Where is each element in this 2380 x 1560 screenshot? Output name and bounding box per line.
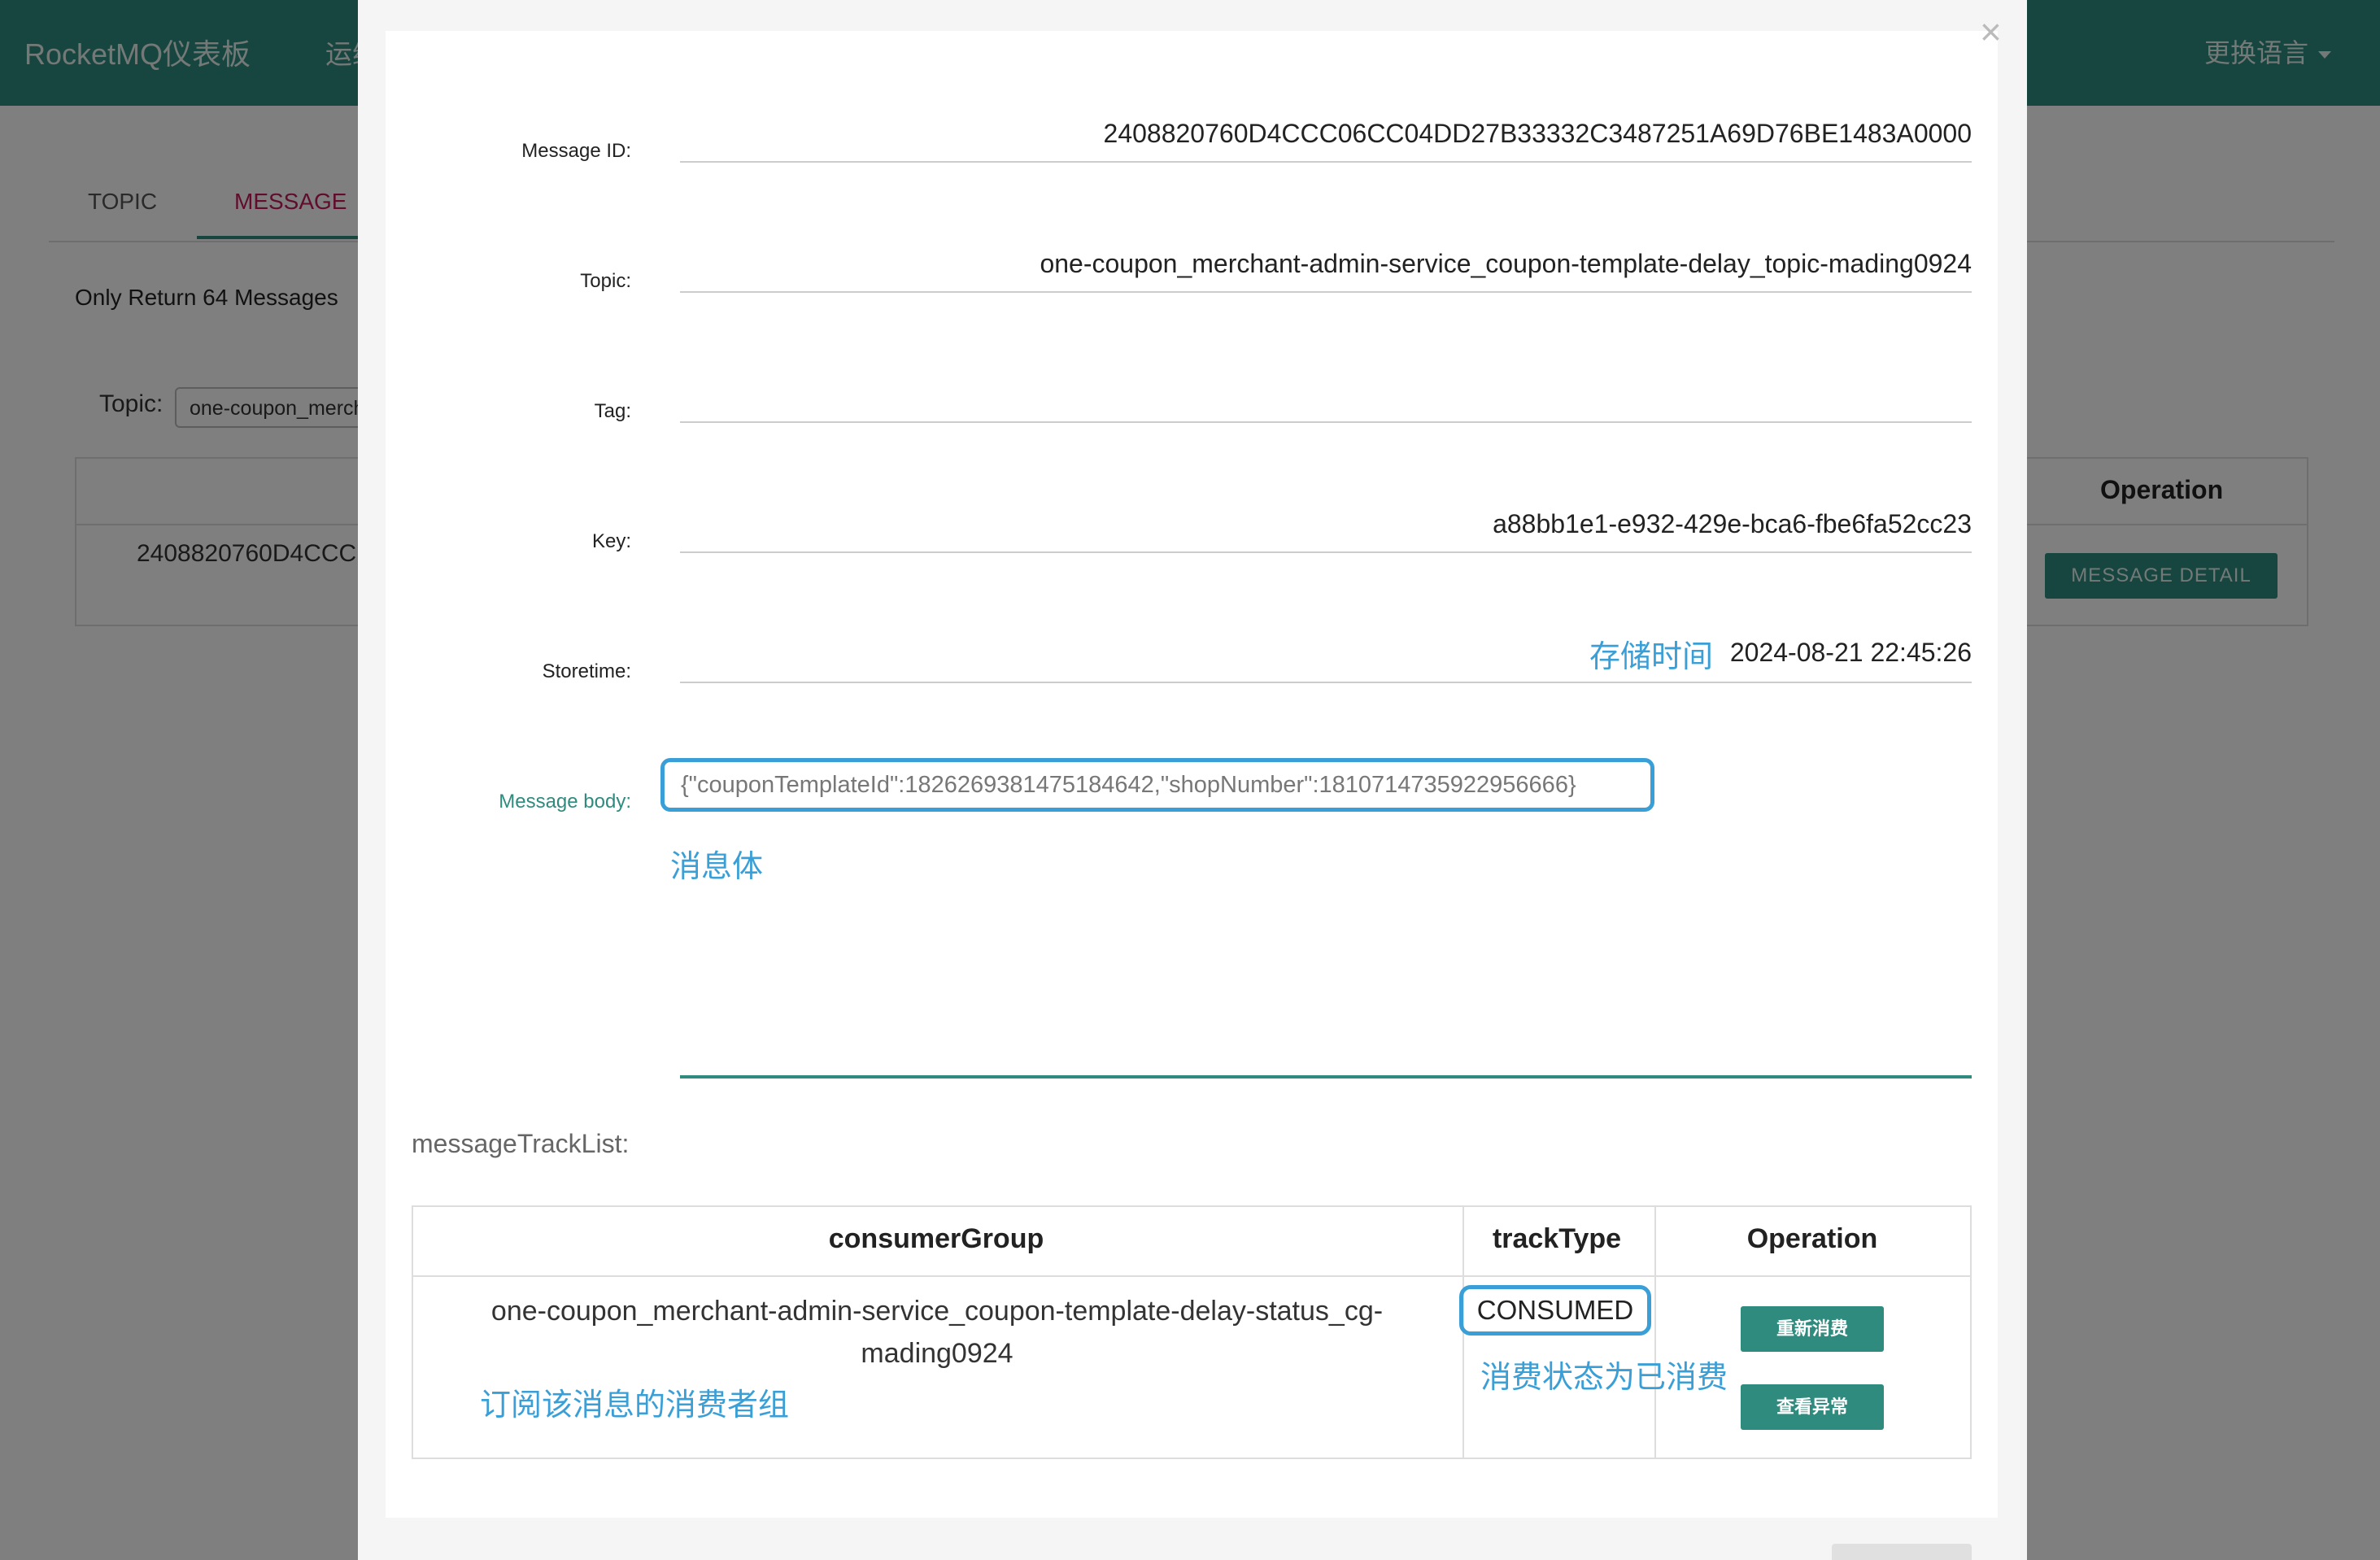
consumer-group-annotation: 订阅该消息的消费者组	[480, 1388, 790, 1423]
topic-label: Topic:	[580, 270, 631, 292]
message-body-textarea[interactable]: {"couponTemplateId":1826269381475184642,…	[660, 758, 1654, 812]
message-id-label: Message ID:	[521, 140, 631, 162]
view-exception-button[interactable]: 查看异常	[1741, 1384, 1884, 1430]
header-operation: Operation	[1746, 1223, 1878, 1254]
track-list-title: messageTrackList:	[412, 1129, 630, 1158]
message-id-value: 2408820760D4CCC06CC04DD27B33332C3487251A…	[1103, 119, 1972, 148]
track-type-status: CONSUMED	[1459, 1285, 1651, 1336]
topic-value: one-coupon_merchant-admin-service_coupon…	[1040, 249, 1972, 278]
message-body-underline	[680, 1075, 1972, 1078]
close-icon[interactable]: ×	[1980, 13, 2002, 50]
tag-label: Tag:	[594, 400, 631, 422]
modal-footer-close-button[interactable]	[1832, 1544, 1972, 1560]
message-id-underline	[680, 161, 1972, 163]
consumer-group-value: one-coupon_merchant-admin-service_coupon…	[490, 1296, 1384, 1369]
storetime-underline	[680, 682, 1972, 683]
storetime-label: Storetime:	[542, 660, 631, 682]
track-type-annotation: 消费状态为已消费	[1480, 1361, 1728, 1395]
header-track-type: trackType	[1492, 1223, 1622, 1254]
tag-underline	[680, 421, 1972, 423]
storetime-value: 2024-08-21 22:45:26	[1729, 638, 1972, 667]
message-body-annotation: 消息体	[670, 850, 764, 884]
message-body-label: Message body:	[499, 791, 631, 813]
header-consumer-group: consumerGroup	[828, 1223, 1044, 1254]
storetime-annotation: 存储时间	[1589, 640, 1713, 674]
key-value: a88bb1e1-e932-429e-bca6-fbe6fa52cc23	[1493, 509, 1972, 538]
key-label: Key:	[591, 530, 631, 552]
topic-underline	[680, 291, 1972, 293]
reconsume-button[interactable]: 重新消费	[1741, 1306, 1884, 1352]
key-underline	[680, 551, 1972, 553]
